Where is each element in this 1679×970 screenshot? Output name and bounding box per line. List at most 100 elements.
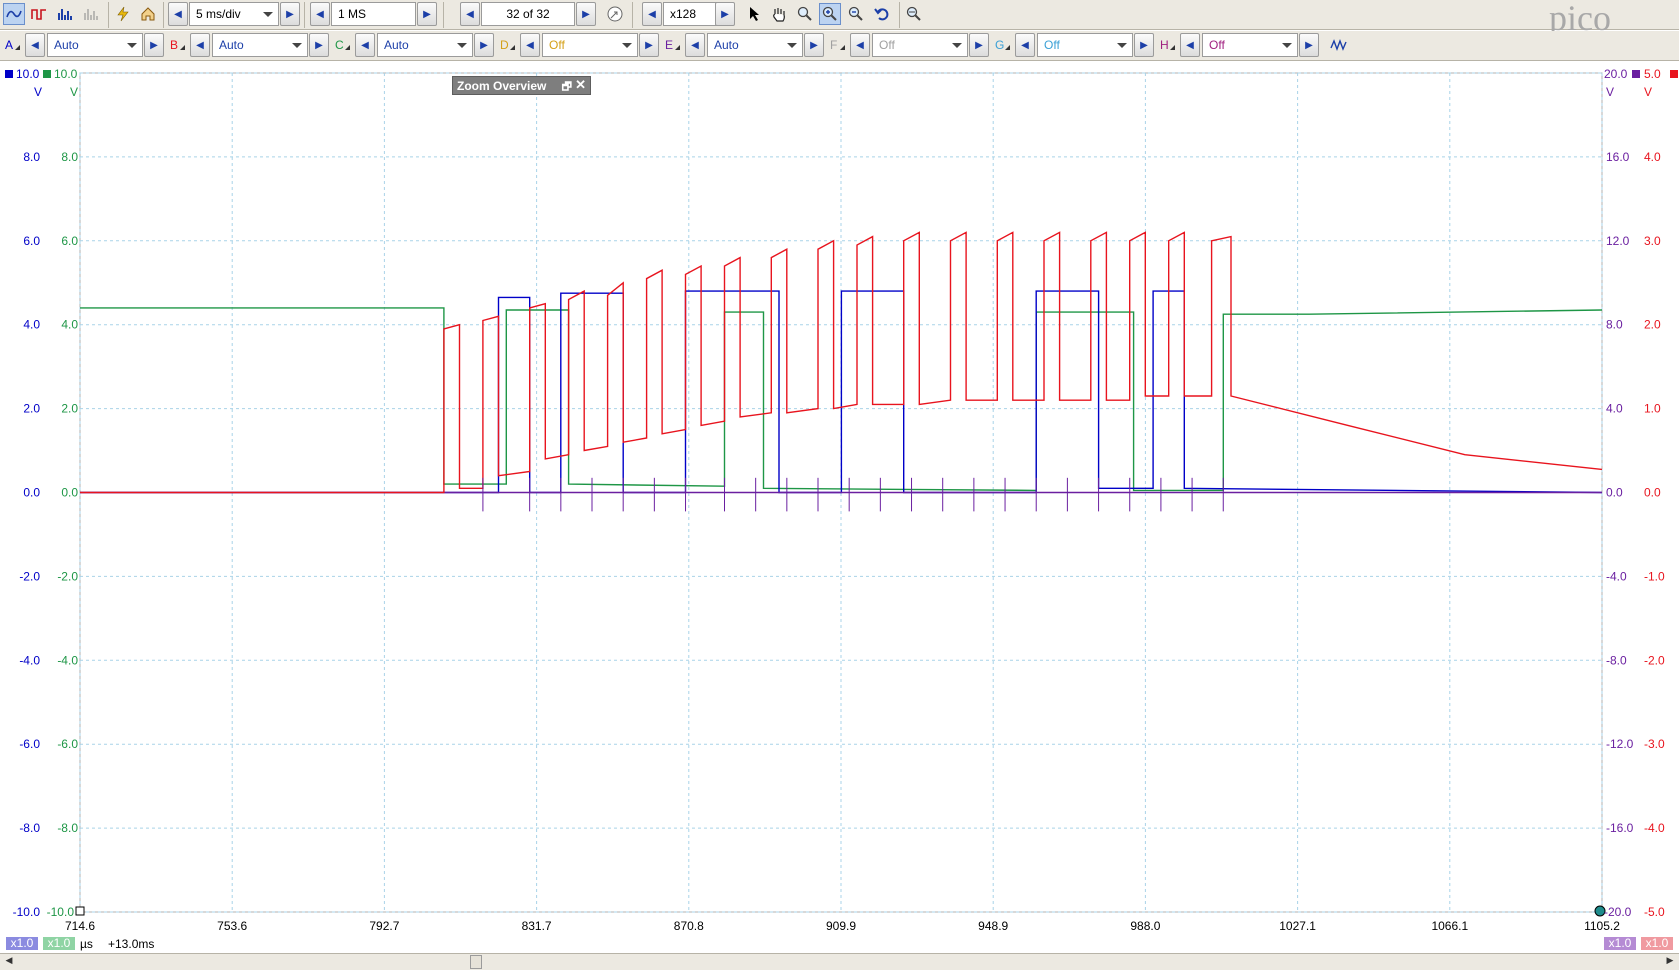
channel-options-icon[interactable] bbox=[675, 45, 680, 50]
axis-a-tick: 4.0 bbox=[23, 318, 40, 332]
channel-h-label[interactable]: H bbox=[1160, 38, 1169, 52]
axis-e-bottom: -20.0 bbox=[1604, 905, 1632, 919]
chevron-down-icon bbox=[1117, 43, 1127, 48]
timebase-select[interactable]: 5 ms/div bbox=[189, 2, 279, 26]
channel-a-next-button[interactable]: ▶ bbox=[144, 33, 164, 57]
samples-next-button[interactable]: ▶ bbox=[417, 2, 437, 26]
timebase-prev-button[interactable]: ◀ bbox=[168, 2, 188, 26]
zoom-next-button[interactable]: ▶ bbox=[715, 2, 735, 26]
channel-e-range-select[interactable]: Auto bbox=[707, 33, 803, 57]
channel-f-prev-button[interactable]: ◀ bbox=[850, 33, 870, 57]
buffer-next-button[interactable]: ▶ bbox=[576, 2, 596, 26]
channel-g-prev-button[interactable]: ◀ bbox=[1015, 33, 1035, 57]
chevron-down-icon bbox=[457, 43, 467, 48]
zoom-in-icon[interactable] bbox=[819, 3, 841, 25]
pointer-tool-icon[interactable] bbox=[744, 3, 766, 25]
x-axis-tick: 753.6 bbox=[217, 919, 247, 933]
x-axis-offset: +13.0ms bbox=[108, 937, 154, 951]
axis-e-tick: -12.0 bbox=[1606, 737, 1634, 751]
buffer-prev-button[interactable]: ◀ bbox=[460, 2, 480, 26]
scope-display[interactable]: 8.0 6.0 4.0 2.0 0.0 -2.0 -4.0 -6.0 -8.0 8.0 6.0 4.0… bbox=[0, 62, 1679, 954]
hand-tool-icon[interactable] bbox=[768, 3, 790, 25]
channel-f-next-button[interactable]: ▶ bbox=[969, 33, 989, 57]
scope-mode-icon[interactable] bbox=[3, 3, 25, 25]
timebase-next-button[interactable]: ▶ bbox=[280, 2, 300, 26]
axis-c-tick: 0.0 bbox=[61, 486, 78, 500]
channel-h-prev-button[interactable]: ◀ bbox=[1180, 33, 1200, 57]
channel-range-value: Auto bbox=[54, 38, 79, 52]
channel-c-prev-button[interactable]: ◀ bbox=[355, 33, 375, 57]
channel-b-prev-button[interactable]: ◀ bbox=[190, 33, 210, 57]
channel-range-value: Off bbox=[1209, 38, 1225, 52]
horizontal-scrollbar[interactable]: ◀ ▶ bbox=[0, 953, 1679, 970]
channel-c-next-button[interactable]: ▶ bbox=[474, 33, 494, 57]
channel-f-range-select[interactable]: Off bbox=[872, 33, 968, 57]
channel-options-icon[interactable] bbox=[1170, 45, 1175, 50]
axis-e-top: 20.0 bbox=[1604, 67, 1628, 81]
channel-f-label[interactable]: F bbox=[830, 38, 837, 52]
channel-options-icon[interactable] bbox=[345, 45, 350, 50]
axis-c-top: 10.0 bbox=[54, 67, 78, 81]
axis-b-tick: -3.0 bbox=[1644, 737, 1665, 751]
channel-options-icon[interactable] bbox=[840, 45, 845, 50]
channel-h-next-button[interactable]: ▶ bbox=[1299, 33, 1319, 57]
channel-g-range-select[interactable]: Off bbox=[1037, 33, 1133, 57]
zoom-prev-button[interactable]: ◀ bbox=[642, 2, 662, 26]
close-icon[interactable]: ✕ bbox=[575, 77, 586, 93]
channel-b-range-select[interactable]: Auto bbox=[212, 33, 308, 57]
axis-b-tick: 4.0 bbox=[1644, 150, 1661, 164]
buffer-overview-icon[interactable] bbox=[604, 3, 626, 25]
axis-b-tick: -1.0 bbox=[1644, 569, 1665, 583]
channel-e-label[interactable]: E bbox=[665, 38, 673, 52]
channel-options-icon[interactable] bbox=[180, 45, 185, 50]
channel-b-next-button[interactable]: ▶ bbox=[309, 33, 329, 57]
restore-icon[interactable]: 🗗 bbox=[562, 78, 572, 97]
math-channels-icon[interactable] bbox=[1328, 34, 1350, 56]
channel-c-range-select[interactable]: Auto bbox=[377, 33, 473, 57]
zoom-overview-window[interactable]: Zoom Overview 🗗 ✕ bbox=[452, 76, 591, 95]
axis-a-tick: -6.0 bbox=[19, 737, 40, 751]
channel-options-icon[interactable] bbox=[510, 45, 515, 50]
channel-d-prev-button[interactable]: ◀ bbox=[520, 33, 540, 57]
samples-prev-button[interactable]: ◀ bbox=[310, 2, 330, 26]
axis-a-top: 10.0 bbox=[16, 67, 40, 81]
signal-generator-icon[interactable] bbox=[112, 3, 134, 25]
scroll-right-icon[interactable]: ▶ bbox=[1663, 955, 1677, 969]
zoom-tool-icon[interactable] bbox=[794, 3, 816, 25]
axis-a-tick: 2.0 bbox=[23, 402, 40, 416]
channel-d-label[interactable]: D bbox=[500, 38, 509, 52]
persistence-mode-icon[interactable] bbox=[28, 3, 50, 25]
axis-c-tick: 2.0 bbox=[61, 402, 78, 416]
buffer-navigator[interactable]: 32 of 32 bbox=[481, 2, 575, 26]
scrollbar-thumb[interactable] bbox=[470, 955, 482, 969]
channel-g-next-button[interactable]: ▶ bbox=[1134, 33, 1154, 57]
chevron-down-icon bbox=[127, 43, 137, 48]
home-icon[interactable] bbox=[137, 3, 159, 25]
samples-select[interactable]: 1 MS bbox=[331, 2, 416, 26]
zoom-out-icon[interactable] bbox=[845, 3, 867, 25]
origin-marker[interactable] bbox=[75, 906, 85, 916]
channel-e-prev-button[interactable]: ◀ bbox=[685, 33, 705, 57]
channel-e-next-button[interactable]: ▶ bbox=[804, 33, 824, 57]
axis-c-tick: -4.0 bbox=[57, 653, 78, 667]
badge-e-text: x1.0 bbox=[1609, 936, 1632, 950]
channel-options-icon[interactable] bbox=[15, 45, 20, 50]
channel-a-range-select[interactable]: Auto bbox=[47, 33, 143, 57]
zoom-to-fit-icon[interactable] bbox=[903, 3, 925, 25]
spectrum-mode-icon[interactable] bbox=[54, 3, 76, 25]
channel-a-prev-button[interactable]: ◀ bbox=[25, 33, 45, 57]
channel-d-range-select[interactable]: Off bbox=[542, 33, 638, 57]
channel-options-icon[interactable] bbox=[1005, 45, 1010, 50]
axis-a-tick: 0.0 bbox=[23, 486, 40, 500]
undo-zoom-icon[interactable] bbox=[871, 3, 893, 25]
channel-b-label[interactable]: B bbox=[170, 38, 178, 52]
channel-d-next-button[interactable]: ▶ bbox=[639, 33, 659, 57]
channel-g-label[interactable]: G bbox=[995, 38, 1004, 52]
serial-decode-icon[interactable] bbox=[80, 3, 102, 25]
badge-a-text: x1.0 bbox=[11, 936, 34, 950]
channel-a-label[interactable]: A bbox=[5, 38, 13, 52]
axis-a-tick: 6.0 bbox=[23, 234, 40, 248]
channel-c-label[interactable]: C bbox=[335, 38, 344, 52]
channel-h-range-select[interactable]: Off bbox=[1202, 33, 1298, 57]
scroll-left-icon[interactable]: ◀ bbox=[2, 955, 16, 969]
